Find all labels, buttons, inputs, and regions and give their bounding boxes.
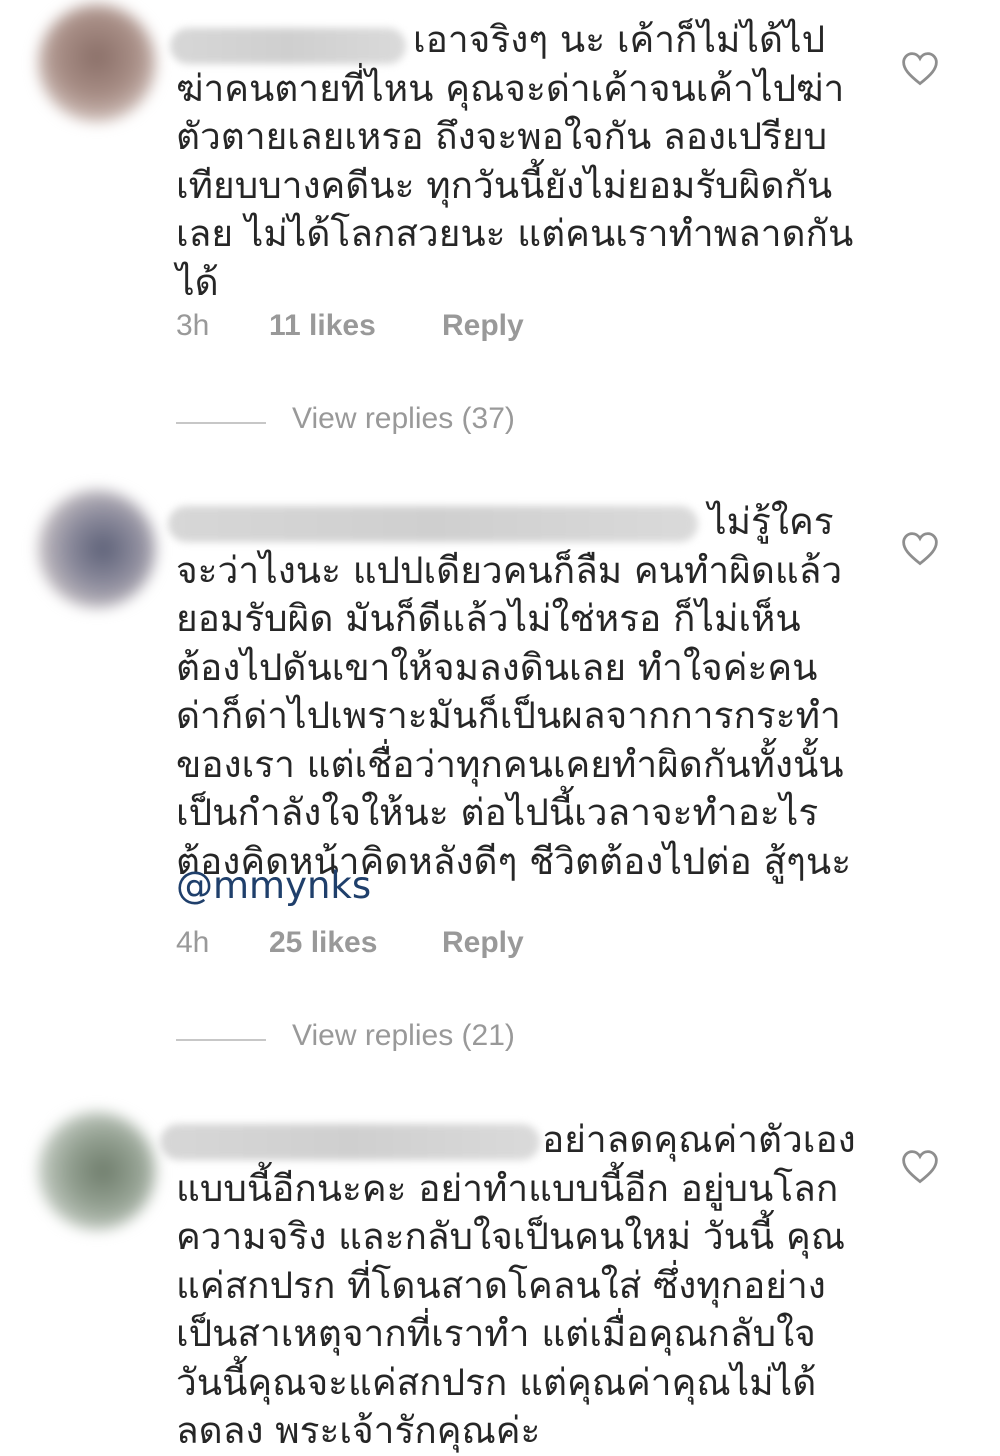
heart-icon[interactable] — [900, 530, 940, 566]
reply-button[interactable]: Reply — [442, 309, 524, 343]
avatar[interactable] — [38, 4, 156, 122]
view-replies-label[interactable]: View replies (37) — [292, 402, 515, 436]
avatar[interactable] — [38, 490, 156, 608]
view-replies[interactable]: View replies (37) — [176, 402, 576, 442]
view-replies-label[interactable]: View replies (21) — [292, 1019, 515, 1053]
heart-icon[interactable] — [900, 50, 940, 86]
comment-time: 3h — [176, 309, 210, 342]
heart-icon[interactable] — [900, 1148, 940, 1184]
reply-button[interactable]: Reply — [442, 926, 524, 960]
divider-line — [176, 1039, 266, 1041]
likes-count[interactable]: 25 likes — [269, 926, 377, 960]
comment-text: เอาจริงๆ นะ เค้าก็ไม่ได้ไป ฆ่าคนตายที่ไห… — [176, 18, 854, 304]
view-replies[interactable]: View replies (21) — [176, 1019, 576, 1059]
comment-text: ไม่รู้ใคร จะว่าไงนะ แปปเดียวคนก็ลืม คนทำ… — [176, 500, 852, 883]
mention-link[interactable]: @mmynks — [176, 862, 876, 911]
divider-line — [176, 422, 266, 424]
comment-time: 4h — [176, 926, 210, 959]
avatar[interactable] — [38, 1112, 156, 1230]
likes-count[interactable]: 11 likes — [269, 309, 376, 343]
comment-text: อย่าลดคุณค่าตัวเอง แบบนี้อีกนะคะ อย่าทำแ… — [176, 1118, 856, 1452]
